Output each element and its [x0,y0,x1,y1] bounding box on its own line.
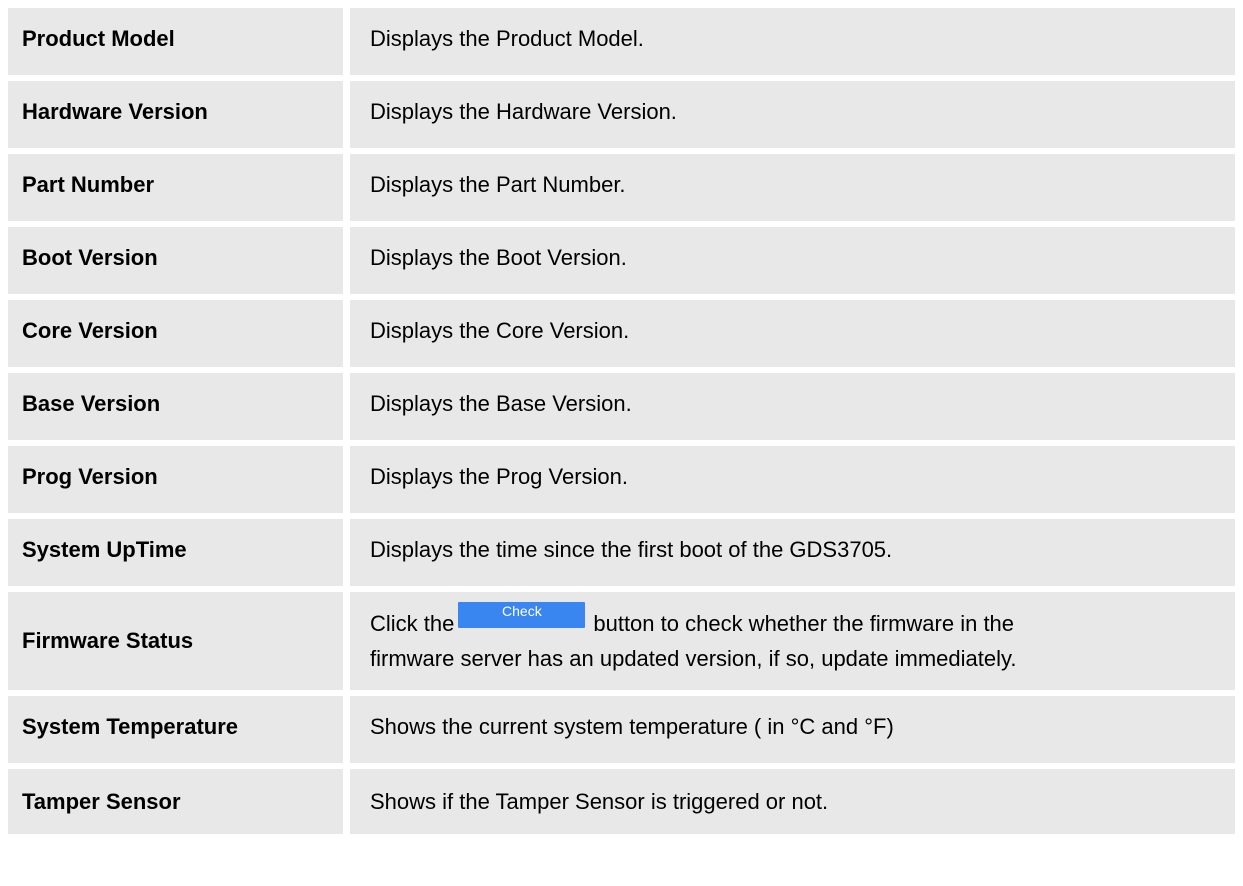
row-description: Displays the Core Version. [370,318,630,343]
check-button[interactable]: Check [458,602,586,628]
table-row-base-version: Base Version Displays the Base Version. [8,373,1235,446]
row-description: Shows if the Tamper Sensor is triggered … [370,789,829,814]
row-key: Firmware Status [8,592,350,690]
firmware-description-line-1: Click the Check button to check whether th… [370,602,1016,641]
firmware-description-line-2: firmware server has an updated version, … [370,646,1017,671]
info-table: Product Model Displays the Product Model… [8,8,1235,834]
row-key: Part Number [8,154,350,221]
table-row-system-temperature: System Temperature Shows the current sys… [8,696,1235,769]
row-description: Click the Check button to check whether th… [350,592,1235,690]
row-description: Displays the Base Version. [370,391,632,416]
row-key: Core Version [8,300,350,367]
row-description: Displays the Hardware Version. [370,99,677,124]
row-key: Product Model [8,8,350,75]
row-description: Displays the Part Number. [370,172,626,197]
firmware-description-suffix: button to check whether the firmware in … [593,611,1015,636]
row-key: Base Version [8,373,350,440]
table-row-core-version: Core Version Displays the Core Version. [8,300,1235,373]
table-row-part-number: Part Number Displays the Part Number. [8,154,1235,227]
row-key: System UpTime [8,519,350,586]
row-key: Tamper Sensor [8,769,350,834]
table-row-boot-version: Boot Version Displays the Boot Version. [8,227,1235,300]
firmware-description-prefix: Click the [370,611,455,636]
row-description: Displays the Boot Version. [370,245,627,270]
table-row-product-model: Product Model Displays the Product Model… [8,8,1235,81]
table-row-firmware-status: Firmware Status Click the Check button to … [8,592,1235,696]
firmware-description-text: Click the Check button to check whether th… [370,602,1017,676]
table-row-hardware-version: Hardware Version Displays the Hardware V… [8,81,1235,154]
row-key: Hardware Version [8,81,350,148]
row-description: Shows the current system temperature ( i… [370,714,894,739]
table-row-system-uptime: System UpTime Displays the time since th… [8,519,1235,592]
row-key: Prog Version [8,446,350,513]
row-description: Displays the time since the first boot o… [370,537,893,562]
row-key: System Temperature [8,696,350,763]
table-row-prog-version: Prog Version Displays the Prog Version. [8,446,1235,519]
table-row-tamper-sensor: Tamper Sensor Shows if the Tamper Sensor… [8,769,1235,834]
row-description: Displays the Product Model. [370,26,644,51]
row-key: Boot Version [8,227,350,294]
row-description: Displays the Prog Version. [370,464,629,489]
